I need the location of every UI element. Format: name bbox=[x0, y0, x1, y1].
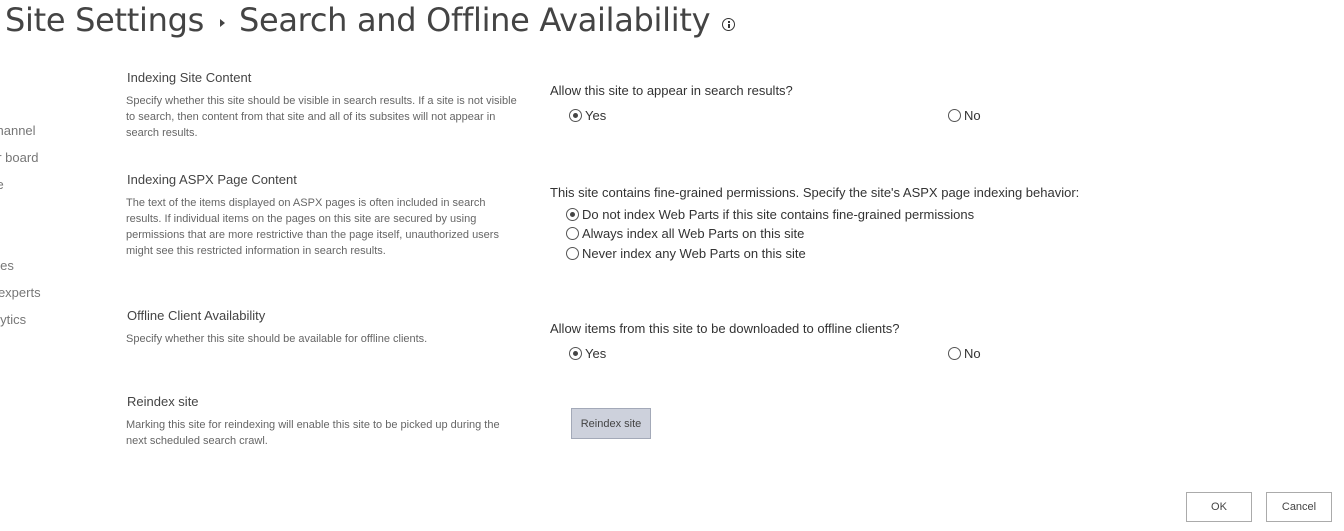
nav-item[interactable]: ines bbox=[0, 258, 14, 273]
aspx-never-index-radio[interactable]: Never index any Web Parts on this site bbox=[566, 246, 806, 261]
reindex-site-description: Marking this site for reindexing will en… bbox=[126, 419, 500, 447]
nav-item[interactable]: r experts bbox=[0, 285, 41, 300]
radio-label: No bbox=[964, 346, 981, 361]
radio-checked-icon[interactable] bbox=[566, 208, 579, 221]
indexing-site-content-description: Specify whether this site should be visi… bbox=[126, 95, 517, 139]
nav-item[interactable]: ite bbox=[0, 177, 4, 192]
offline-availability-description: Specify whether this site should be avai… bbox=[126, 333, 428, 345]
nav-item[interactable]: er board bbox=[0, 150, 38, 165]
radio-label: Yes bbox=[585, 108, 607, 123]
offline-no-radio[interactable]: No bbox=[948, 346, 981, 361]
offline-question: Allow items from this site to be downloa… bbox=[550, 321, 900, 336]
aspx-always-index-radio[interactable]: Always index all Web Parts on this site bbox=[566, 226, 804, 241]
aspx-do-not-index-radio[interactable]: Do not index Web Parts if this site cont… bbox=[566, 207, 974, 222]
ok-button[interactable]: OK bbox=[1186, 492, 1252, 522]
page-title: Search and Offline Availability bbox=[238, 1, 711, 39]
indexing-aspx-description: The text of the items displayed on ASPX … bbox=[126, 197, 499, 257]
reindex-site-button[interactable]: Reindex site bbox=[571, 408, 651, 439]
search-results-yes-radio[interactable]: Yes bbox=[569, 108, 606, 123]
radio-unchecked-icon[interactable] bbox=[566, 227, 579, 240]
radio-checked-icon[interactable] bbox=[569, 109, 582, 122]
radio-label: No bbox=[964, 108, 981, 123]
breadcrumb-site-settings[interactable]: Site Settings bbox=[5, 1, 204, 39]
radio-checked-icon[interactable] bbox=[569, 347, 582, 360]
info-icon[interactable] bbox=[722, 17, 736, 31]
radio-unchecked-icon[interactable] bbox=[948, 109, 961, 122]
page-header: Site Settings Search and Offline Availab… bbox=[5, 0, 736, 44]
indexing-site-content-title: Indexing Site Content bbox=[127, 70, 252, 85]
cancel-button[interactable]: Cancel bbox=[1266, 492, 1332, 522]
radio-unchecked-icon[interactable] bbox=[566, 247, 579, 260]
radio-label: Never index any Web Parts on this site bbox=[582, 246, 806, 261]
radio-label: Always index all Web Parts on this site bbox=[582, 226, 805, 241]
search-results-no-radio[interactable]: No bbox=[948, 108, 981, 123]
radio-label: Do not index Web Parts if this site cont… bbox=[582, 207, 975, 222]
nav-item[interactable]: alytics bbox=[0, 312, 26, 327]
search-results-question: Allow this site to appear in search resu… bbox=[550, 83, 793, 98]
aspx-indexing-question: This site contains fine-grained permissi… bbox=[550, 185, 1080, 200]
nav-item[interactable]: channel bbox=[0, 123, 36, 138]
indexing-aspx-title: Indexing ASPX Page Content bbox=[127, 172, 297, 187]
offline-availability-title: Offline Client Availability bbox=[127, 308, 266, 323]
radio-label: Yes bbox=[585, 346, 607, 361]
offline-yes-radio[interactable]: Yes bbox=[569, 346, 606, 361]
breadcrumb-separator-icon bbox=[219, 19, 225, 27]
radio-unchecked-icon[interactable] bbox=[948, 347, 961, 360]
reindex-site-title: Reindex site bbox=[127, 394, 199, 409]
